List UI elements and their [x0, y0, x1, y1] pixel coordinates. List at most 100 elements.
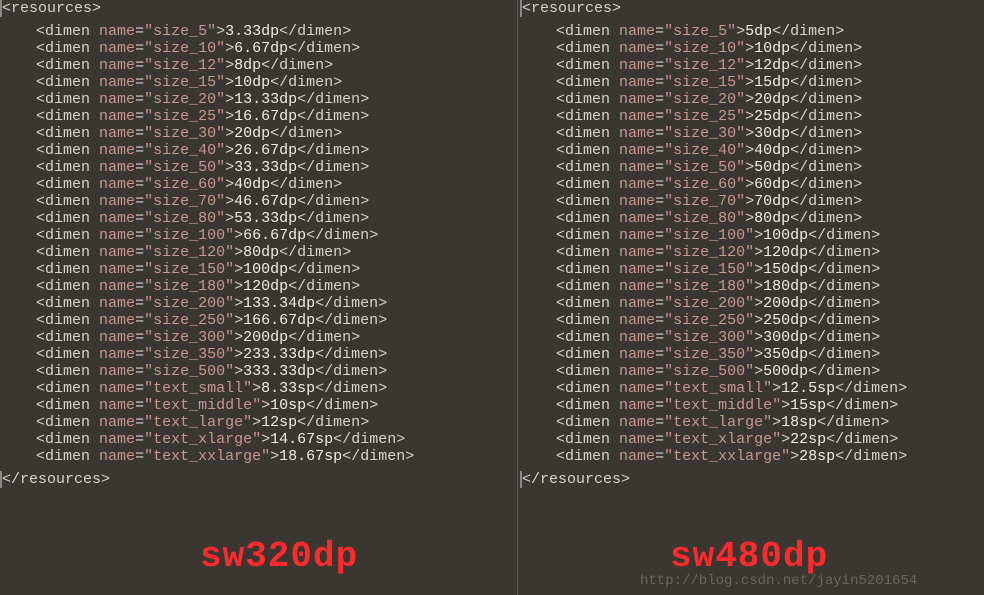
dimen-value: 20dp — [234, 125, 270, 142]
dimen-name: size_250 — [153, 312, 225, 329]
dimen-row: <dimen name="size_80">80dp</dimen> — [520, 210, 984, 227]
left-pane: <resources><dimen name="size_5">3.33dp</… — [0, 0, 520, 488]
dimen-name: size_40 — [153, 142, 216, 159]
dimen-name: size_12 — [673, 57, 736, 74]
dimen-row: <dimen name="text_small">8.33sp</dimen> — [0, 380, 520, 397]
dimen-row: <dimen name="size_30">20dp</dimen> — [0, 125, 520, 142]
dimen-value: 10dp — [234, 74, 270, 91]
dimen-name: size_80 — [673, 210, 736, 227]
dimen-name: size_70 — [153, 193, 216, 210]
dimen-value: 180dp — [763, 278, 808, 295]
watermark-text: http://blog.csdn.net/jayin5201654 — [640, 573, 917, 590]
dimen-name: size_300 — [153, 329, 225, 346]
dimen-name: size_20 — [673, 91, 736, 108]
dimen-row: <dimen name="size_40">26.67dp</dimen> — [0, 142, 520, 159]
dimen-value: 30dp — [754, 125, 790, 142]
dimen-row: <dimen name="size_10">6.67dp</dimen> — [0, 40, 520, 57]
dimen-row: <dimen name="size_5">3.33dp</dimen> — [0, 23, 520, 40]
dimen-value: 46.67dp — [234, 193, 297, 210]
dimen-row: <dimen name="size_40">40dp</dimen> — [520, 142, 984, 159]
dimen-name: text_large — [673, 414, 763, 431]
dimen-row: <dimen name="text_xlarge">14.67sp</dimen… — [0, 431, 520, 448]
dimen-row: <dimen name="size_120">80dp</dimen> — [0, 244, 520, 261]
dimen-name: text_xlarge — [673, 431, 772, 448]
right-pane: <resources> <dimen name="size_5">5dp</dim… — [520, 0, 984, 488]
dimen-value: 5dp — [745, 23, 772, 40]
dimen-row: <dimen name="size_200">133.34dp</dimen> — [0, 295, 520, 312]
dimen-row: <dimen name="size_5">5dp</dimen> — [520, 23, 984, 40]
dimen-name: size_40 — [673, 142, 736, 159]
dimen-value: 166.67dp — [243, 312, 315, 329]
dimen-value: 14.67sp — [270, 431, 333, 448]
dimen-value: 66.67dp — [243, 227, 306, 244]
dimen-row: <dimen name="text_large">12sp</dimen> — [0, 414, 520, 431]
dimen-value: 28sp — [799, 448, 835, 465]
dimen-row: <dimen name="text_small">12.5sp</dimen> — [520, 380, 984, 397]
dimen-name: size_5 — [153, 23, 207, 40]
pane-separator — [517, 0, 518, 595]
dimen-value: 8dp — [234, 57, 261, 74]
dimen-name: text_middle — [673, 397, 772, 414]
dimen-value: 333.33dp — [243, 363, 315, 380]
dimen-value: 100dp — [763, 227, 808, 244]
dimen-value: 15dp — [754, 74, 790, 91]
dimen-value: 10sp — [270, 397, 306, 414]
dimen-row: <dimen name="size_150">150dp</dimen> — [520, 261, 984, 278]
dimen-value: 22sp — [790, 431, 826, 448]
dimen-name: size_10 — [673, 40, 736, 57]
dimen-value: 233.33dp — [243, 346, 315, 363]
dimen-value: 120dp — [763, 244, 808, 261]
dimen-row: <dimen name="size_15">15dp</dimen> — [520, 74, 984, 91]
xml-root-open: <resources> — [520, 0, 984, 17]
overlay-label-left: sw320dp — [200, 548, 358, 565]
dimen-row: <dimen name="size_100">100dp</dimen> — [520, 227, 984, 244]
dimen-value: 10dp — [754, 40, 790, 57]
dimen-name: size_200 — [153, 295, 225, 312]
dimen-row: <dimen name="size_12">12dp</dimen> — [520, 57, 984, 74]
dimen-value: 12.5sp — [781, 380, 835, 397]
dimen-value: 8.33sp — [261, 380, 315, 397]
dimen-value: 18sp — [781, 414, 817, 431]
dimen-name: size_350 — [673, 346, 745, 363]
dimen-row: <dimen name="size_300">200dp</dimen> — [0, 329, 520, 346]
dimen-name: size_50 — [673, 159, 736, 176]
dimen-row: <dimen name="size_30">30dp</dimen> — [520, 125, 984, 142]
dimen-row: <dimen name="text_xlarge">22sp</dimen> — [520, 431, 984, 448]
dimen-value: 40dp — [234, 176, 270, 193]
overlay-label-right: sw480dp — [670, 548, 828, 565]
dimen-row: <dimen name="size_350">350dp</dimen> — [520, 346, 984, 363]
xml-root-close: </resources> — [520, 471, 984, 488]
dimen-name: size_30 — [153, 125, 216, 142]
dimen-name: size_350 — [153, 346, 225, 363]
dimen-name: size_25 — [153, 108, 216, 125]
dimen-name: size_500 — [673, 363, 745, 380]
dimen-name: text_small — [673, 380, 763, 397]
dimen-row: <dimen name="size_12">8dp</dimen> — [0, 57, 520, 74]
dimen-value: 40dp — [754, 142, 790, 159]
dimen-row: <dimen name="size_50">50dp</dimen> — [520, 159, 984, 176]
dimen-row: <dimen name="size_60">60dp</dimen> — [520, 176, 984, 193]
dimen-value: 250dp — [763, 312, 808, 329]
dimen-value: 80dp — [243, 244, 279, 261]
dimen-row: <dimen name="size_15">10dp</dimen> — [0, 74, 520, 91]
dimen-value: 100dp — [243, 261, 288, 278]
dimen-name: size_200 — [673, 295, 745, 312]
dimen-value: 300dp — [763, 329, 808, 346]
dimen-name: size_25 — [673, 108, 736, 125]
dimen-row: <dimen name="size_500">333.33dp</dimen> — [0, 363, 520, 380]
xml-root-close: </resources> — [0, 471, 520, 488]
dimen-name: size_15 — [153, 74, 216, 91]
dimen-row: <dimen name="size_70">46.67dp</dimen> — [0, 193, 520, 210]
dimen-value: 133.34dp — [243, 295, 315, 312]
dimen-value: 6.67dp — [234, 40, 288, 57]
dimen-value: 26.67dp — [234, 142, 297, 159]
dimen-name: size_5 — [673, 23, 727, 40]
dimen-name: size_70 — [673, 193, 736, 210]
dimen-name: size_180 — [153, 278, 225, 295]
dimen-value: 15sp — [790, 397, 826, 414]
dimen-row: <dimen name="text_xxlarge">28sp</dimen> — [520, 448, 984, 465]
dimen-row: <dimen name="text_middle">10sp</dimen> — [0, 397, 520, 414]
dimen-value: 3.33dp — [225, 23, 279, 40]
dimen-value: 53.33dp — [234, 210, 297, 227]
dimen-name: text_small — [153, 380, 243, 397]
